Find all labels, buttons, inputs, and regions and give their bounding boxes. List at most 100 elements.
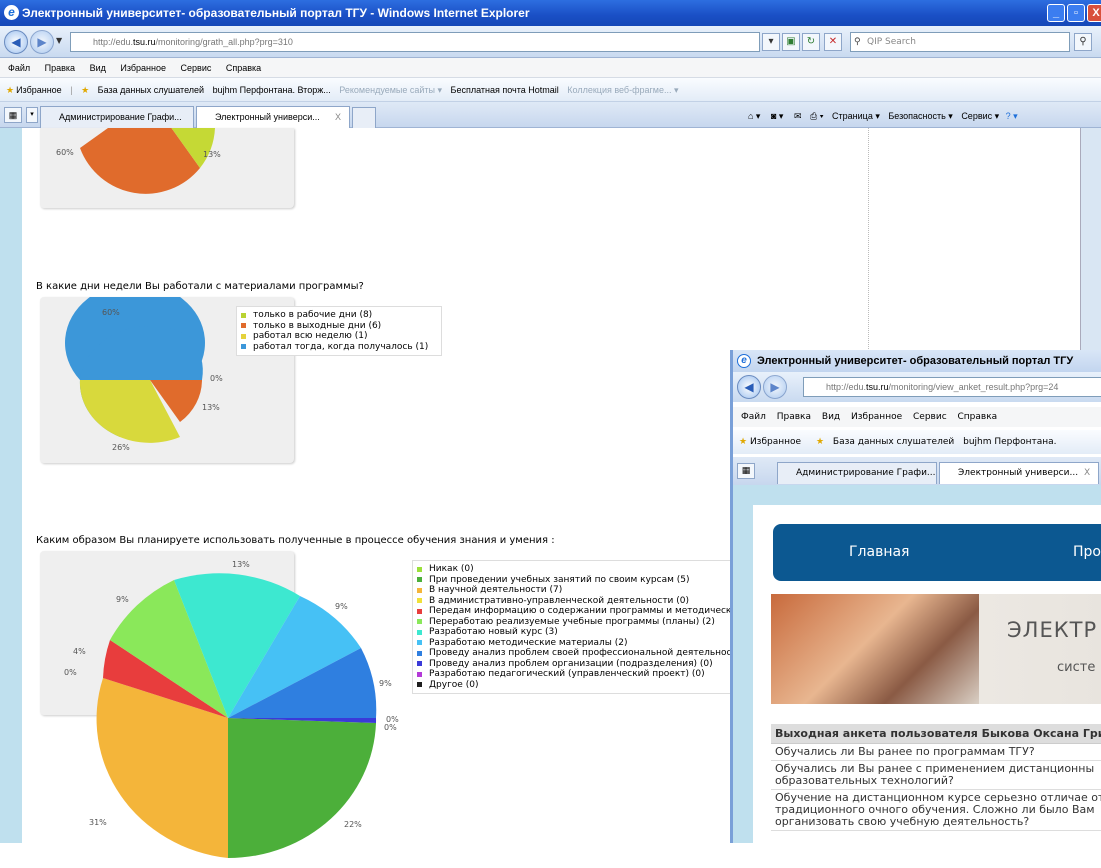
legend-swatch bbox=[417, 598, 422, 604]
window2-tab-edu[interactable]: Электронный универси... X bbox=[939, 462, 1099, 484]
q3-legend-item: При проведении учебных занятий по своим … bbox=[417, 575, 737, 586]
back-arrow-icon[interactable]: ◀ bbox=[4, 30, 28, 54]
legend-label: Разработаю методические материалы (2) bbox=[429, 637, 628, 648]
menu-favorites[interactable]: Избранное bbox=[851, 412, 902, 422]
menu-help[interactable]: Справка bbox=[958, 412, 998, 422]
print-icon[interactable]: ⎙ ▾ bbox=[810, 111, 823, 121]
tab-admin-label: Администрирование Графи... bbox=[59, 112, 182, 122]
window-title: Электронный университет- образовательный… bbox=[22, 6, 530, 20]
window2-tab-bar: ▦ Администрирование Графи... Электронный… bbox=[733, 457, 1101, 485]
tab-edu-portal[interactable]: Электронный универси... X bbox=[196, 106, 350, 128]
legend-swatch bbox=[417, 566, 422, 572]
menu-view[interactable]: Вид bbox=[822, 412, 840, 422]
fav-link-webslices[interactable]: Коллекция веб-фрагме... ▾ bbox=[567, 85, 678, 95]
tab-list-dropdown-icon[interactable]: ▾ bbox=[26, 107, 38, 123]
window2-title: Электронный университет- образовательный… bbox=[757, 355, 1074, 367]
legend-label: только в выходные дни (6) bbox=[253, 320, 382, 331]
legend-swatch bbox=[417, 661, 422, 667]
menu-favorites[interactable]: Избранное bbox=[120, 63, 166, 73]
quick-tabs-icon[interactable]: ▦ bbox=[737, 463, 755, 479]
add-favorite-icon[interactable]: ★ bbox=[81, 85, 89, 95]
fav-link-db[interactable]: База данных слушателей bbox=[833, 437, 954, 447]
add-favorite-icon[interactable]: ★ bbox=[816, 437, 824, 447]
legend-label: Переработаю реализуемые учебные программ… bbox=[429, 616, 715, 627]
q3-legend-item: В научной деятельности (7) bbox=[417, 585, 737, 596]
fav-link-db[interactable]: База данных слушателей bbox=[98, 85, 204, 95]
window2-address-input[interactable]: http://edu.tsu.ru/monitoring/view_anket_… bbox=[803, 377, 1101, 397]
favorites-button[interactable]: Избранное bbox=[16, 85, 62, 95]
refresh-icon[interactable]: ↻ bbox=[802, 33, 820, 51]
close-tab-icon[interactable]: X bbox=[1084, 463, 1090, 483]
q3-pct-9-right: 9% bbox=[335, 602, 348, 611]
maximize-button[interactable]: ▫ bbox=[1067, 4, 1085, 22]
legend-label: работал тогда, когда получалось (1) bbox=[253, 341, 429, 352]
q1-pct-60: 60% bbox=[56, 148, 74, 157]
fav-link-hotmail[interactable]: Бесплатная почта Hotmail bbox=[451, 85, 559, 95]
address-dropdown-button[interactable]: ▾ bbox=[762, 33, 780, 51]
menu-edit[interactable]: Правка bbox=[45, 63, 75, 73]
menu-tools[interactable]: Сервис bbox=[913, 412, 947, 422]
legend-label: Передам информацию о содержании программ… bbox=[429, 606, 742, 616]
close-button[interactable]: X bbox=[1087, 4, 1101, 22]
feeds-icon[interactable]: ◙ ▾ bbox=[771, 111, 783, 121]
nav-home-link[interactable]: Главная bbox=[849, 524, 909, 581]
second-browser-window[interactable]: e Электронный университет- образовательн… bbox=[730, 350, 1101, 843]
q3-pie-chart bbox=[96, 573, 377, 858]
legend-label: Разработаю педагогический (управленчески… bbox=[429, 669, 705, 679]
fav-link-bujhm[interactable]: bujhm Перфонтана. Вторж... bbox=[213, 85, 331, 95]
search-go-button[interactable]: ⚲ bbox=[1074, 33, 1092, 51]
legend-swatch bbox=[417, 671, 422, 677]
star-icon: ★ bbox=[6, 85, 15, 95]
tab-bar: ▦ ▾ Администрирование Графи... Электронн… bbox=[0, 102, 1101, 128]
menu-file[interactable]: Файл bbox=[8, 63, 30, 73]
q3-legend-item: Передам информацию о содержании программ… bbox=[417, 606, 741, 617]
minimize-button[interactable]: _ bbox=[1047, 4, 1065, 22]
stop-icon[interactable]: ✕ bbox=[824, 33, 842, 51]
forward-arrow-icon[interactable]: ▶ bbox=[763, 375, 787, 399]
page-menu[interactable]: Страница ▾ bbox=[832, 111, 880, 121]
q2-pct-26: 26% bbox=[112, 443, 130, 452]
favorites-button[interactable]: Избранное bbox=[750, 437, 801, 447]
menu-view[interactable]: Вид bbox=[90, 63, 106, 73]
search-input[interactable]: ⚲ QIP Search bbox=[850, 32, 1070, 52]
forward-arrow-icon[interactable]: ▶ bbox=[30, 30, 54, 54]
legend-swatch bbox=[417, 640, 422, 646]
mail-icon[interactable]: ✉ bbox=[794, 111, 802, 121]
compatibility-icon[interactable]: ▣ bbox=[782, 33, 800, 51]
menu-file[interactable]: Файл bbox=[741, 412, 766, 422]
address-toolbar: ◀ ▶ ▼ http://edu.tsu.ru/monitoring/grath… bbox=[0, 26, 1101, 58]
home-icon[interactable]: ⌂ ▾ bbox=[748, 111, 760, 121]
window-titlebar[interactable]: e Электронный университет- образовательн… bbox=[0, 0, 1101, 26]
back-arrow-icon[interactable]: ◀ bbox=[737, 375, 761, 399]
nav-programs-link[interactable]: Про bbox=[1073, 524, 1101, 581]
safety-menu[interactable]: Безопасность ▾ bbox=[888, 111, 952, 121]
q2-pct-60: 60% bbox=[102, 308, 120, 317]
menu-help[interactable]: Справка bbox=[226, 63, 261, 73]
search-icon: ⚲ bbox=[854, 37, 861, 47]
quick-tabs-icon[interactable]: ▦ bbox=[4, 107, 22, 123]
help-icon[interactable]: ? ▾ bbox=[1006, 111, 1018, 121]
window2-titlebar[interactable]: e Электронный университет- образовательн… bbox=[733, 350, 1101, 372]
tab-admin[interactable]: Администрирование Графи... bbox=[40, 106, 194, 128]
legend-swatch bbox=[417, 629, 422, 635]
fav-link-recommended[interactable]: Рекомендуемые сайты ▾ bbox=[339, 85, 442, 95]
separator: | bbox=[70, 85, 73, 95]
window2-menu-bar: Файл Правка Вид Избранное Сервис Справка bbox=[733, 407, 1101, 427]
q1-pct-13: 13% bbox=[203, 150, 221, 159]
banner-title: ЭЛЕКТР bbox=[1007, 618, 1098, 642]
page-left-margin bbox=[0, 128, 22, 843]
close-tab-icon[interactable]: X bbox=[335, 107, 341, 127]
menu-tools[interactable]: Сервис bbox=[181, 63, 212, 73]
legend-label: работал всю неделю (1) bbox=[253, 331, 368, 341]
legend-label: Проведу анализ проблем своей профессиона… bbox=[429, 648, 742, 658]
q2-legend-item: только в рабочие дни (8) bbox=[241, 310, 437, 321]
new-tab-button[interactable] bbox=[352, 107, 376, 128]
fav-link-bujhm[interactable]: bujhm Перфонтана. bbox=[963, 437, 1056, 447]
q2-pct-13: 13% bbox=[202, 403, 220, 412]
portal-nav-menu: Главная Про bbox=[773, 524, 1101, 581]
address-input[interactable]: http://edu.tsu.ru/monitoring/grath_all.p… bbox=[70, 32, 760, 52]
menu-edit[interactable]: Правка bbox=[777, 412, 811, 422]
window2-tab-admin[interactable]: Администрирование Графи... bbox=[777, 462, 937, 484]
history-dropdown-icon[interactable]: ▼ bbox=[56, 36, 62, 45]
tools-menu[interactable]: Сервис ▾ bbox=[961, 111, 999, 121]
